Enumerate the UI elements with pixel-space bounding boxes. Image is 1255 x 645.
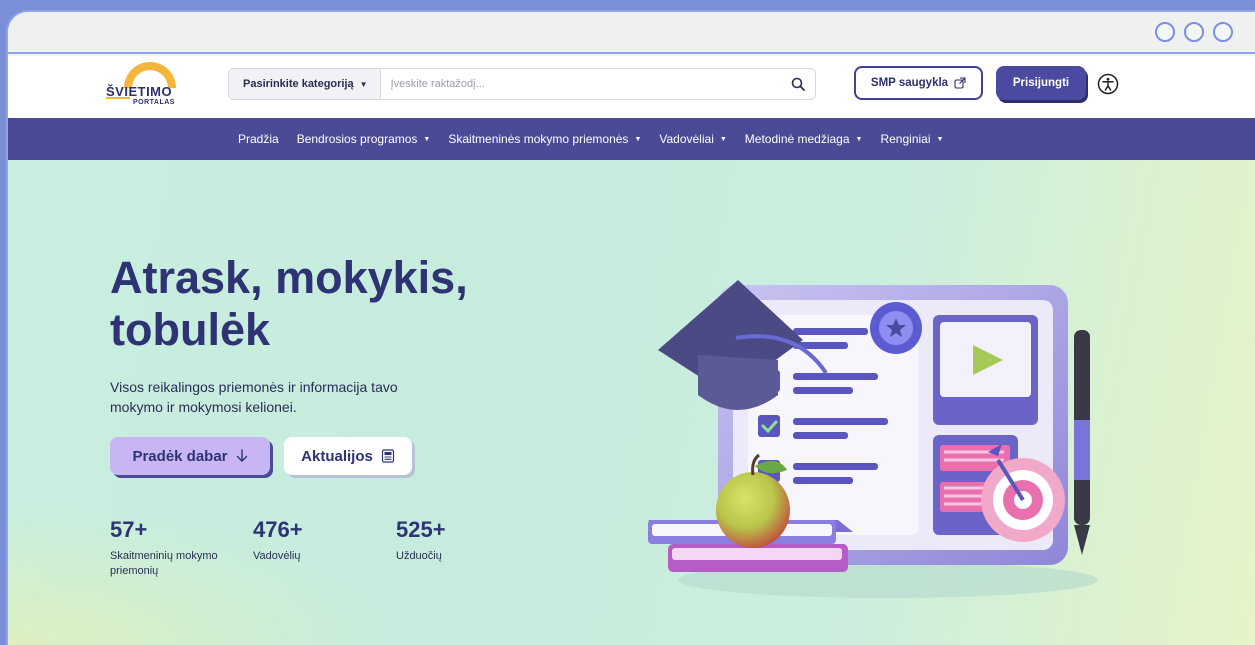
window-dot-icon[interactable]	[1184, 22, 1204, 42]
nav-label: Vadovėliai	[659, 132, 714, 146]
window-chrome	[8, 12, 1255, 54]
news-button[interactable]: Aktualijos	[284, 437, 412, 475]
stat-label: Užduočių	[396, 550, 442, 562]
hero-title: Atrask, mokykis, tobulėk	[110, 252, 468, 355]
stat-label: Vadovėlių	[253, 550, 301, 562]
caret-down-icon: ▼	[359, 79, 368, 89]
start-button-label: Pradėk dabar	[132, 447, 228, 465]
window-dot-icon[interactable]	[1155, 22, 1175, 42]
search-bar: Pasirinkite kategoriją ▼	[228, 68, 816, 100]
caret-down-icon: ▼	[855, 135, 863, 143]
nav-item-methodical[interactable]: Metodinė medžiaga ▼	[745, 132, 863, 146]
nav-label: Metodinė medžiaga	[744, 132, 850, 146]
category-label: Pasirinkite kategoriją	[243, 78, 354, 90]
stat-value: 57+	[110, 517, 148, 542]
hero-subtitle: Visos reikalingos priemonės ir informaci…	[110, 379, 398, 415]
main-navigation: Pradžia Bendrosios programos ▼ Skaitmenin…	[8, 118, 1255, 160]
nav-item-home[interactable]: Pradžia	[238, 132, 279, 146]
smp-button-label: SMP saugykla	[870, 77, 949, 89]
site-header: ŠVIETIMO PORTALAS Pasirinkite kategoriją…	[8, 56, 1255, 118]
learning-illustration	[648, 280, 1098, 598]
search-button[interactable]	[781, 69, 815, 99]
login-button[interactable]: Prisijungti	[996, 66, 1086, 100]
nav-item-textbooks[interactable]: Vadovėliai ▼	[659, 132, 726, 146]
stat-tasks: 525+ Užduočių	[396, 517, 536, 564]
nav-label: Skaitmeninės mokymo priemonės	[448, 132, 629, 146]
stat-value: 525+	[396, 517, 446, 542]
window-dot-icon[interactable]	[1213, 22, 1233, 42]
stat-digital-tools: 57+ Skaitmeninių mokymo priemonių	[110, 517, 230, 579]
nav-label: Renginiai	[880, 132, 931, 146]
caret-down-icon: ▼	[423, 135, 431, 143]
newspaper-icon	[381, 449, 394, 463]
logo[interactable]: ŠVIETIMO PORTALAS	[106, 60, 196, 114]
external-link-icon	[954, 77, 966, 89]
stat-textbooks: 476+ Vadovėlių	[253, 517, 393, 564]
arrow-down-icon	[236, 449, 247, 462]
hero-section: Atrask, mokykis, tobulėk Visos reikaling…	[8, 160, 1255, 645]
caret-down-icon: ▼	[634, 135, 642, 143]
nav-item-events[interactable]: Renginiai ▼	[880, 132, 943, 146]
browser-window: ŠVIETIMO PORTALAS Pasirinkite kategoriją…	[6, 10, 1255, 645]
nav-item-programs[interactable]: Bendrosios programos ▼	[297, 132, 431, 146]
nav-item-digital-tools[interactable]: Skaitmeninės mokymo priemonės ▼	[448, 132, 641, 146]
window-controls	[1155, 22, 1233, 42]
start-button[interactable]: Pradėk dabar	[110, 437, 270, 475]
smp-storage-button[interactable]: SMP saugykla	[854, 66, 983, 100]
caret-down-icon: ▼	[936, 135, 944, 143]
caret-down-icon: ▼	[719, 135, 727, 143]
accessibility-icon[interactable]	[1097, 73, 1119, 95]
logo-text-sub: PORTALAS	[133, 99, 175, 106]
stat-value: 476+	[253, 517, 303, 542]
category-dropdown[interactable]: Pasirinkite kategoriją ▼	[229, 69, 381, 99]
nav-label: Pradžia	[238, 132, 279, 146]
nav-label: Bendrosios programos	[296, 132, 418, 146]
news-button-label: Aktualijos	[301, 447, 373, 465]
search-input[interactable]	[380, 69, 781, 99]
search-icon	[791, 77, 805, 91]
stat-label: Skaitmeninių mokymo priemonių	[110, 550, 218, 577]
logo-underline	[106, 97, 130, 99]
